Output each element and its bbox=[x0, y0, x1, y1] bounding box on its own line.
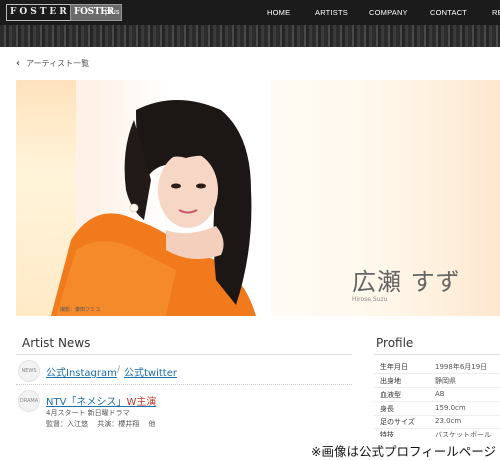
drama-title: NTV「ネメシス」 bbox=[46, 397, 127, 408]
profile-row-divider bbox=[374, 387, 500, 388]
profile-heading: Profile bbox=[376, 336, 414, 350]
drama-staff-info: 監督：入江悠 共演：櫻井翔 他 bbox=[46, 420, 156, 428]
top-navigation-bar: FOSTER FOSTER plus HOME ARTISTS COMPANY … bbox=[0, 0, 500, 25]
news-row-divider bbox=[16, 384, 352, 385]
image-source-caption: ※画像は公式プロフィールページ bbox=[311, 444, 496, 459]
profile-label-height: 身長 bbox=[380, 405, 394, 413]
nav-company[interactable]: COMPANY bbox=[369, 8, 408, 17]
official-instagram-link[interactable]: 公式Instagram bbox=[46, 364, 117, 379]
profile-label-birthday: 生年月日 bbox=[380, 363, 408, 371]
back-link-label: アーティスト一覧 bbox=[26, 59, 90, 68]
profile-row-divider bbox=[374, 415, 500, 416]
artist-name-japanese: 広瀬 すず bbox=[352, 268, 461, 296]
profile-row-divider bbox=[374, 373, 500, 374]
artist-name-romaji: Hirose Suzu bbox=[352, 296, 388, 303]
profile-value-shoe-size: 23.0cm bbox=[435, 417, 462, 425]
image-source-caption-bar: ※画像は公式プロフィールページ bbox=[0, 437, 500, 460]
profile-label-blood-type: 血液型 bbox=[380, 391, 401, 399]
artist-portrait-illustration bbox=[51, 100, 256, 316]
foster-logo[interactable]: FOSTER bbox=[6, 4, 74, 21]
left-eye bbox=[171, 183, 181, 189]
nav-contact[interactable]: CONTACT bbox=[430, 8, 467, 17]
drama-nemesis-link[interactable]: NTV「ネメシス」W主演 bbox=[46, 393, 156, 408]
profile-row-divider bbox=[374, 428, 500, 429]
foster-plus-logo-plus: plus bbox=[105, 8, 120, 16]
w-lead-label: W主演 bbox=[126, 397, 157, 408]
back-to-artist-list-link[interactable]: ‹ アーティスト一覧 bbox=[16, 58, 89, 69]
profile-value-birthplace: 静岡県 bbox=[435, 377, 456, 385]
nav-home[interactable]: HOME bbox=[267, 8, 290, 17]
nav-recruit[interactable]: RE bbox=[492, 8, 500, 17]
drama-category-badge: DRAMA bbox=[18, 390, 40, 412]
artist-photo: 撮影：秦田フミコ bbox=[16, 80, 271, 316]
right-eye bbox=[196, 183, 206, 189]
chevron-left-icon: ‹ bbox=[16, 58, 21, 69]
official-twitter-link[interactable]: 公式twitter bbox=[124, 364, 177, 379]
profile-label-shoe-size: 足のサイズ bbox=[380, 418, 415, 426]
photo-credit: 撮影：秦田フミコ bbox=[60, 307, 101, 313]
foster-plus-logo[interactable]: FOSTER plus bbox=[70, 4, 122, 21]
artist-news-heading: Artist News bbox=[22, 336, 91, 350]
face bbox=[158, 152, 218, 228]
artist-hero-banner: 撮影：秦田フミコ 広瀬 すず Hirose Suzu bbox=[16, 80, 500, 316]
profile-value-blood-type: AB bbox=[435, 390, 445, 398]
hands bbox=[166, 226, 224, 259]
profile-value-birthday: 1998年6月19日 bbox=[435, 363, 488, 371]
profile-label-birthplace: 出身地 bbox=[380, 377, 401, 385]
profile-row-divider bbox=[374, 401, 500, 402]
header-decorative-stripe bbox=[0, 25, 500, 47]
link-separator: / bbox=[117, 365, 121, 375]
news-heading-divider bbox=[16, 354, 352, 355]
profile-heading-divider bbox=[374, 354, 500, 355]
news-category-badge: NEWS bbox=[18, 360, 40, 382]
profile-value-height: 159.0cm bbox=[435, 404, 466, 412]
nav-artists[interactable]: ARTISTS bbox=[315, 8, 348, 17]
drama-start-info: 4月スタート 新日曜ドラマ bbox=[46, 409, 130, 417]
earring bbox=[129, 203, 139, 213]
